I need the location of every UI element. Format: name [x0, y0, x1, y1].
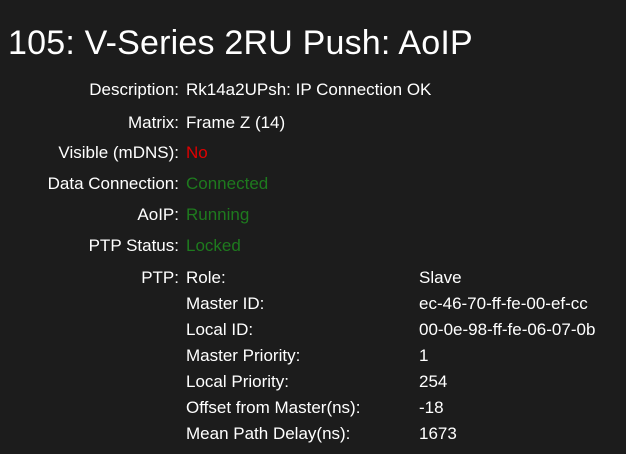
- data-connection-value: Connected: [186, 174, 269, 193]
- ptp-offset-label: Offset from Master(ns):: [186, 398, 361, 417]
- ptp-master-id-label: Master ID:: [186, 294, 265, 313]
- device-status-panel: 105: V-Series 2RU Push: AoIP Description…: [0, 0, 626, 454]
- ptp-local-priority-value: 254: [419, 372, 448, 391]
- ptp-master-id-value: ec-46-70-ff-fe-00-ef-cc: [419, 294, 588, 313]
- ptp-mean-path-delay-value: 1673: [419, 424, 457, 443]
- visible-mdns-label: Visible (mDNS):: [58, 143, 179, 162]
- ptp-local-id-value: 00-0e-98-ff-fe-06-07-0b: [419, 320, 596, 339]
- ptp-label: PTP:: [141, 268, 179, 287]
- aoip-value: Running: [186, 205, 250, 224]
- description-value: Rk14a2UPsh: IP Connection OK: [186, 80, 432, 99]
- visible-mdns-value: No: [186, 143, 208, 162]
- ptp-mean-path-delay-label: Mean Path Delay(ns):: [186, 424, 351, 443]
- device-title: 105: V-Series 2RU Push: AoIP: [8, 24, 473, 62]
- description-label: Description:: [89, 80, 179, 99]
- aoip-label: AoIP:: [137, 205, 179, 224]
- ptp-role-value: Slave: [419, 268, 462, 287]
- data-connection-label: Data Connection:: [47, 174, 179, 193]
- matrix-label: Matrix:: [128, 113, 179, 132]
- ptp-local-id-label: Local ID:: [186, 320, 254, 339]
- ptp-status-value: Locked: [186, 236, 241, 255]
- ptp-master-priority-value: 1: [419, 346, 429, 365]
- ptp-offset-value: -18: [419, 398, 444, 417]
- ptp-master-priority-label: Master Priority:: [186, 346, 301, 365]
- ptp-local-priority-label: Local Priority:: [186, 372, 289, 391]
- ptp-role-label: Role:: [186, 268, 226, 287]
- ptp-status-label: PTP Status:: [88, 236, 179, 255]
- matrix-value: Frame Z (14): [186, 113, 286, 132]
